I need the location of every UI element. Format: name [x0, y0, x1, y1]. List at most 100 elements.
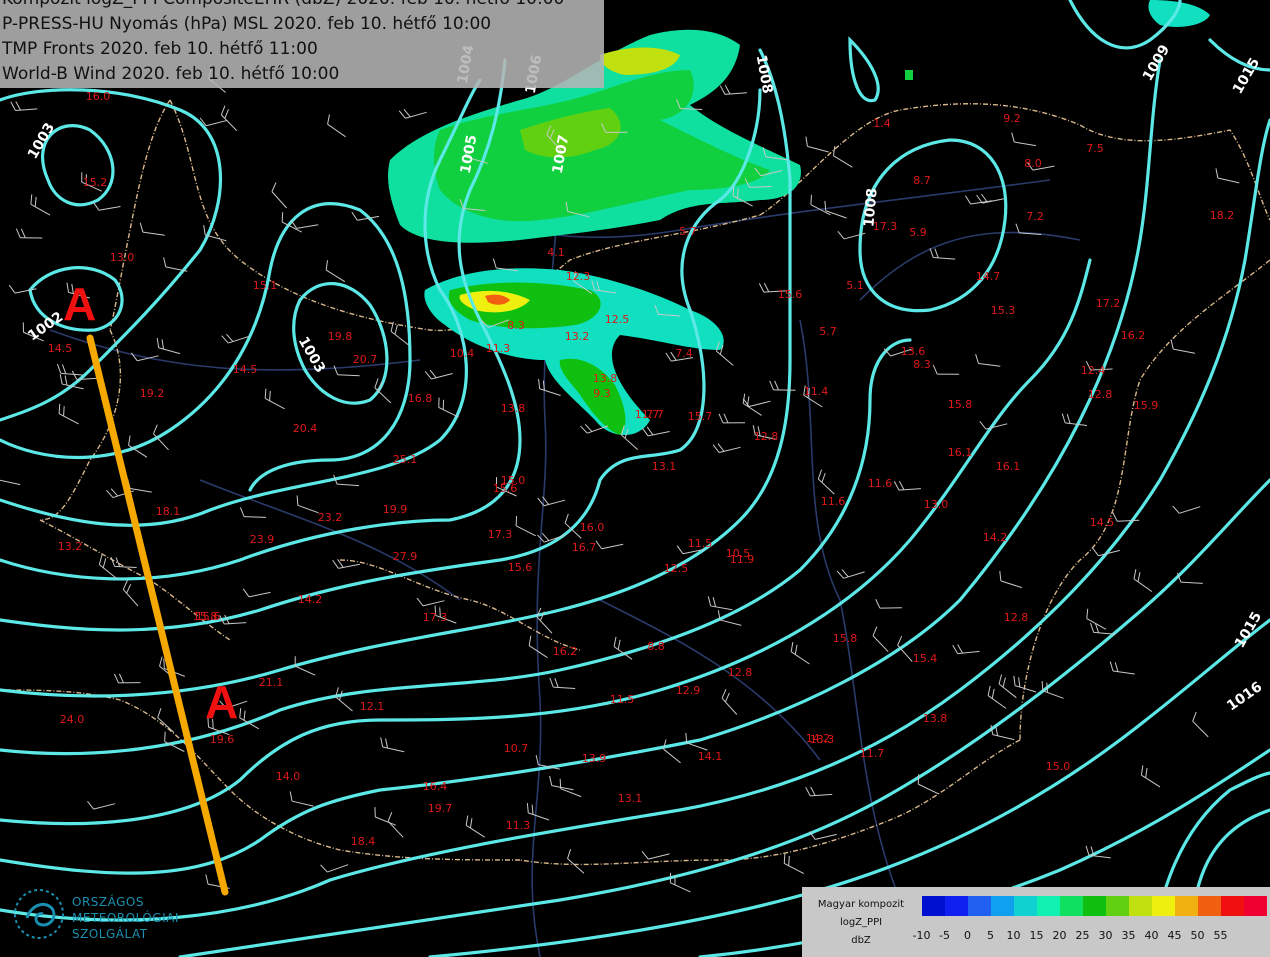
station-value: 7.5: [1086, 142, 1104, 155]
station-value: 11.3: [486, 342, 511, 355]
legend-tick-label: 20: [1052, 929, 1067, 942]
station-value: 7.2: [1026, 210, 1044, 223]
station-value: 11.5: [610, 693, 635, 706]
station-value: 11.5: [688, 537, 713, 550]
station-value: 16.7: [572, 541, 597, 554]
legend-title-line-2: logZ_PPI: [839, 917, 883, 928]
station-value: 14.0: [276, 770, 301, 783]
station-value: 16.0: [86, 90, 111, 103]
legend-swatch: [968, 896, 991, 916]
legend-swatch: [1014, 896, 1037, 916]
station-value: 8.7: [913, 174, 931, 187]
station-value: 10.4: [450, 347, 475, 360]
legend-tick-label: 50: [1190, 929, 1205, 942]
legend-tick-label: 40: [1144, 929, 1159, 942]
station-value: 17.3: [488, 528, 513, 541]
station-value: 14.7: [976, 270, 1001, 283]
legend-swatch: [991, 896, 1014, 916]
station-value: 13.0: [924, 498, 949, 511]
station-value: 11.3: [506, 819, 531, 832]
station-value: 14.2: [298, 593, 323, 606]
station-value: 20.4: [293, 422, 318, 435]
legend-swatch: [1221, 896, 1244, 916]
station-value: 12.5: [605, 313, 630, 326]
station-value: 13.2: [58, 540, 83, 553]
station-value: 13.8: [501, 402, 526, 415]
logo-line-3: SZOLGÁLAT: [72, 927, 148, 941]
legend-tick-label: 5: [987, 929, 994, 942]
legend-tick-label: -5: [939, 929, 950, 942]
logo-line-2: METEOROLÓGIAI: [72, 911, 179, 925]
legend-tick-label: 25: [1075, 929, 1090, 942]
station-value: 19.7: [428, 802, 453, 815]
station-value: 8.3: [913, 358, 931, 371]
station-value: 5.1: [846, 279, 864, 292]
station-value: 16.1: [948, 446, 973, 459]
station-value: 12.5: [664, 562, 689, 575]
station-value: 17.2: [1096, 297, 1121, 310]
station-value: 13.0: [110, 251, 135, 264]
station-value: 15.1: [253, 279, 278, 292]
station-value: 18.4: [351, 835, 376, 848]
station-value: 13.1: [618, 792, 643, 805]
map-title-panel: Kompozit logZ_PPI CompositeEHR (dbZ) 202…: [0, 0, 604, 88]
logo-line-1: ORSZÁGOS: [72, 895, 144, 909]
station-value: 13.9: [582, 752, 607, 765]
station-value: 15.4: [913, 652, 938, 665]
legend-swatch: [1129, 896, 1152, 916]
station-value: 9.2: [1003, 112, 1021, 125]
station-value: 15.8: [948, 398, 973, 411]
station-value: 13.3: [810, 733, 835, 746]
station-value: 24.0: [60, 713, 85, 726]
legend-swatch: [1244, 896, 1267, 916]
omsz-logo: ORSZÁGOS METEOROLÓGIAI SZOLGÁLAT: [10, 885, 185, 945]
station-value: 16.2: [1121, 329, 1146, 342]
legend-tick-label: 0: [964, 929, 971, 942]
station-value: 12.8: [754, 430, 779, 443]
station-value: 7.4: [675, 347, 693, 360]
station-value: 11.6: [868, 477, 893, 490]
station-value: 15.8: [833, 632, 858, 645]
station-value: 18.2: [1210, 209, 1235, 222]
station-value: 12.1: [360, 700, 385, 713]
station-value: 14.5: [48, 342, 73, 355]
station-value: 13.6: [901, 345, 926, 358]
station-value: 12.9: [676, 684, 701, 697]
station-value: 9.3: [593, 387, 611, 400]
radar-legend: Magyar kompozit logZ_PPI dbZ -10 -5 0 5 10 15…: [802, 887, 1270, 957]
station-value: 14.5: [233, 363, 258, 376]
station-value: 10.7: [504, 742, 529, 755]
station-value: 18.1: [156, 505, 181, 518]
station-value: 8.8: [647, 640, 665, 653]
station-value: 16.1: [996, 460, 1021, 473]
station-value: 16.0: [580, 521, 605, 534]
legend-swatch: [1037, 896, 1060, 916]
station-value: 12.8: [728, 666, 753, 679]
station-value: 12.8: [1004, 611, 1029, 624]
title-line-radar: Kompozit logZ_PPI CompositeEHR (dbZ) 202…: [2, 0, 564, 9]
station-value: 13.8: [593, 372, 618, 385]
legend-swatch: [1198, 896, 1221, 916]
legend-swatch: [922, 896, 945, 916]
isobar-label: 1008: [861, 188, 880, 228]
station-value: 14.1: [698, 750, 723, 763]
station-value: 12.3: [566, 270, 591, 283]
station-value: 13.1: [652, 460, 677, 473]
station-value: 16.8: [408, 392, 433, 405]
station-value: 23.9: [250, 533, 275, 546]
legend-tick-label: 30: [1098, 929, 1113, 942]
station-value: 11.4: [804, 385, 829, 398]
station-value: 11.7: [635, 408, 660, 421]
station-value: 13.2: [565, 330, 590, 343]
station-value: 15.3: [991, 304, 1016, 317]
station-value: 15.2: [83, 176, 108, 189]
title-line-pressure: P-PRESS-HU Nyomás (hPa) MSL 2020. feb 10…: [2, 14, 492, 34]
station-value: 1.4: [873, 117, 891, 130]
station-value: 16.4: [423, 780, 448, 793]
station-value: 13.8: [923, 712, 948, 725]
station-value: 19.2: [140, 387, 165, 400]
station-value: 21.1: [259, 676, 284, 689]
station-value: 12.4: [1081, 364, 1106, 377]
station-value: 8.0: [1024, 157, 1042, 170]
legend-swatch: [1106, 896, 1129, 916]
